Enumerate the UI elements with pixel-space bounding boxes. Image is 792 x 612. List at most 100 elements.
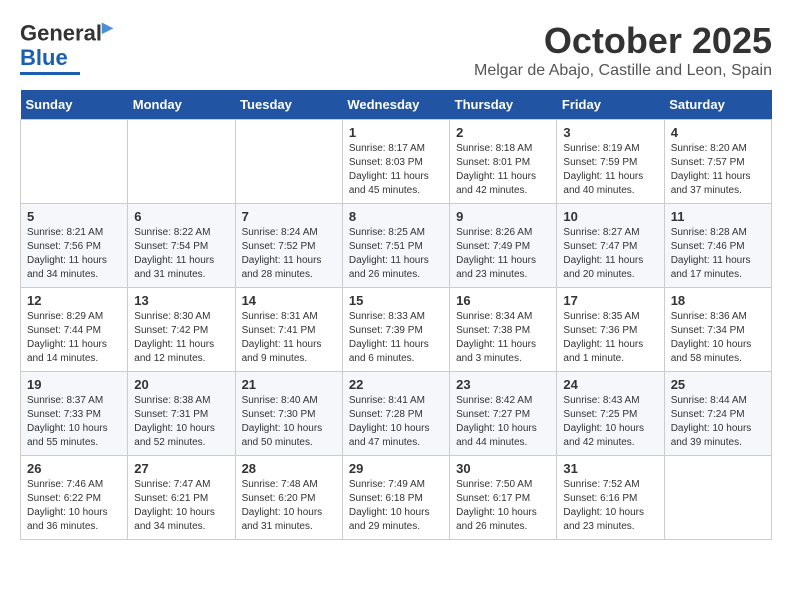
cell-info: Sunrise: 7:49 AMSunset: 6:18 PMDaylight:… — [349, 478, 443, 534]
day-number: 16 — [456, 293, 550, 308]
weekday-header: Friday — [557, 90, 664, 120]
title-section: October 2025 Melgar de Abajo, Castille a… — [474, 20, 772, 80]
day-number: 24 — [563, 377, 657, 392]
calendar-cell: 24 Sunrise: 8:43 AMSunset: 7:25 PMDaylig… — [557, 372, 664, 456]
cell-info: Sunrise: 8:27 AMSunset: 7:47 PMDaylight:… — [563, 226, 657, 282]
calendar-cell: 18 Sunrise: 8:36 AMSunset: 7:34 PMDaylig… — [664, 288, 771, 372]
calendar-cell: 17 Sunrise: 8:35 AMSunset: 7:36 PMDaylig… — [557, 288, 664, 372]
day-number: 28 — [242, 461, 336, 476]
weekday-header: Monday — [128, 90, 235, 120]
cell-info: Sunrise: 8:33 AMSunset: 7:39 PMDaylight:… — [349, 310, 443, 366]
calendar-cell: 12 Sunrise: 8:29 AMSunset: 7:44 PMDaylig… — [21, 288, 128, 372]
logo: General▶ Blue — [20, 20, 113, 75]
cell-info: Sunrise: 7:46 AMSunset: 6:22 PMDaylight:… — [27, 478, 121, 534]
cell-info: Sunrise: 8:31 AMSunset: 7:41 PMDaylight:… — [242, 310, 336, 366]
cell-info: Sunrise: 8:29 AMSunset: 7:44 PMDaylight:… — [27, 310, 121, 366]
day-number: 29 — [349, 461, 443, 476]
cell-info: Sunrise: 8:44 AMSunset: 7:24 PMDaylight:… — [671, 394, 765, 450]
cell-info: Sunrise: 8:17 AMSunset: 8:03 PMDaylight:… — [349, 142, 443, 198]
weekday-header: Wednesday — [342, 90, 449, 120]
day-number: 1 — [349, 125, 443, 140]
day-number: 27 — [134, 461, 228, 476]
weekday-header: Saturday — [664, 90, 771, 120]
day-number: 6 — [134, 209, 228, 224]
calendar-cell — [128, 120, 235, 204]
cell-info: Sunrise: 8:26 AMSunset: 7:49 PMDaylight:… — [456, 226, 550, 282]
cell-info: Sunrise: 8:22 AMSunset: 7:54 PMDaylight:… — [134, 226, 228, 282]
day-number: 30 — [456, 461, 550, 476]
calendar-cell: 20 Sunrise: 8:38 AMSunset: 7:31 PMDaylig… — [128, 372, 235, 456]
day-number: 26 — [27, 461, 121, 476]
calendar-cell: 3 Sunrise: 8:19 AMSunset: 7:59 PMDayligh… — [557, 120, 664, 204]
day-number: 18 — [671, 293, 765, 308]
calendar-cell: 23 Sunrise: 8:42 AMSunset: 7:27 PMDaylig… — [450, 372, 557, 456]
calendar-week-row: 19 Sunrise: 8:37 AMSunset: 7:33 PMDaylig… — [21, 372, 772, 456]
calendar-cell: 16 Sunrise: 8:34 AMSunset: 7:38 PMDaylig… — [450, 288, 557, 372]
day-number: 12 — [27, 293, 121, 308]
cell-info: Sunrise: 8:38 AMSunset: 7:31 PMDaylight:… — [134, 394, 228, 450]
calendar-cell: 4 Sunrise: 8:20 AMSunset: 7:57 PMDayligh… — [664, 120, 771, 204]
calendar-cell: 26 Sunrise: 7:46 AMSunset: 6:22 PMDaylig… — [21, 456, 128, 540]
calendar-cell: 31 Sunrise: 7:52 AMSunset: 6:16 PMDaylig… — [557, 456, 664, 540]
day-number: 23 — [456, 377, 550, 392]
day-number: 9 — [456, 209, 550, 224]
day-number: 22 — [349, 377, 443, 392]
page-header: General▶ Blue October 2025 Melgar de Aba… — [20, 20, 772, 80]
cell-info: Sunrise: 8:25 AMSunset: 7:51 PMDaylight:… — [349, 226, 443, 282]
weekday-header: Tuesday — [235, 90, 342, 120]
day-number: 21 — [242, 377, 336, 392]
day-number: 7 — [242, 209, 336, 224]
calendar-cell: 30 Sunrise: 7:50 AMSunset: 6:17 PMDaylig… — [450, 456, 557, 540]
logo-underline — [20, 72, 80, 75]
calendar-cell: 2 Sunrise: 8:18 AMSunset: 8:01 PMDayligh… — [450, 120, 557, 204]
cell-info: Sunrise: 8:37 AMSunset: 7:33 PMDaylight:… — [27, 394, 121, 450]
calendar-week-row: 12 Sunrise: 8:29 AMSunset: 7:44 PMDaylig… — [21, 288, 772, 372]
calendar-cell: 29 Sunrise: 7:49 AMSunset: 6:18 PMDaylig… — [342, 456, 449, 540]
day-number: 10 — [563, 209, 657, 224]
calendar-cell: 13 Sunrise: 8:30 AMSunset: 7:42 PMDaylig… — [128, 288, 235, 372]
calendar-cell: 8 Sunrise: 8:25 AMSunset: 7:51 PMDayligh… — [342, 204, 449, 288]
cell-info: Sunrise: 8:42 AMSunset: 7:27 PMDaylight:… — [456, 394, 550, 450]
calendar-cell: 22 Sunrise: 8:41 AMSunset: 7:28 PMDaylig… — [342, 372, 449, 456]
calendar-cell: 9 Sunrise: 8:26 AMSunset: 7:49 PMDayligh… — [450, 204, 557, 288]
cell-info: Sunrise: 8:36 AMSunset: 7:34 PMDaylight:… — [671, 310, 765, 366]
logo-text-blue: Blue — [20, 46, 68, 70]
calendar-cell — [664, 456, 771, 540]
cell-info: Sunrise: 8:30 AMSunset: 7:42 PMDaylight:… — [134, 310, 228, 366]
cell-info: Sunrise: 8:41 AMSunset: 7:28 PMDaylight:… — [349, 394, 443, 450]
day-number: 15 — [349, 293, 443, 308]
weekday-header: Sunday — [21, 90, 128, 120]
day-number: 14 — [242, 293, 336, 308]
day-number: 31 — [563, 461, 657, 476]
day-number: 4 — [671, 125, 765, 140]
calendar-cell: 14 Sunrise: 8:31 AMSunset: 7:41 PMDaylig… — [235, 288, 342, 372]
cell-info: Sunrise: 8:34 AMSunset: 7:38 PMDaylight:… — [456, 310, 550, 366]
day-number: 17 — [563, 293, 657, 308]
calendar-cell: 1 Sunrise: 8:17 AMSunset: 8:03 PMDayligh… — [342, 120, 449, 204]
day-number: 8 — [349, 209, 443, 224]
calendar-cell: 11 Sunrise: 8:28 AMSunset: 7:46 PMDaylig… — [664, 204, 771, 288]
calendar-cell: 28 Sunrise: 7:48 AMSunset: 6:20 PMDaylig… — [235, 456, 342, 540]
calendar-table: SundayMondayTuesdayWednesdayThursdayFrid… — [20, 90, 772, 540]
weekday-header-row: SundayMondayTuesdayWednesdayThursdayFrid… — [21, 90, 772, 120]
cell-info: Sunrise: 8:35 AMSunset: 7:36 PMDaylight:… — [563, 310, 657, 366]
day-number: 11 — [671, 209, 765, 224]
cell-info: Sunrise: 7:47 AMSunset: 6:21 PMDaylight:… — [134, 478, 228, 534]
day-number: 2 — [456, 125, 550, 140]
cell-info: Sunrise: 8:28 AMSunset: 7:46 PMDaylight:… — [671, 226, 765, 282]
calendar-week-row: 5 Sunrise: 8:21 AMSunset: 7:56 PMDayligh… — [21, 204, 772, 288]
cell-info: Sunrise: 8:21 AMSunset: 7:56 PMDaylight:… — [27, 226, 121, 282]
calendar-cell: 25 Sunrise: 8:44 AMSunset: 7:24 PMDaylig… — [664, 372, 771, 456]
calendar-cell — [235, 120, 342, 204]
day-number: 20 — [134, 377, 228, 392]
logo-text-general: General — [20, 20, 102, 45]
cell-info: Sunrise: 8:18 AMSunset: 8:01 PMDaylight:… — [456, 142, 550, 198]
day-number: 19 — [27, 377, 121, 392]
location-text: Melgar de Abajo, Castille and Leon, Spai… — [474, 62, 772, 80]
cell-info: Sunrise: 8:24 AMSunset: 7:52 PMDaylight:… — [242, 226, 336, 282]
day-number: 13 — [134, 293, 228, 308]
calendar-cell: 27 Sunrise: 7:47 AMSunset: 6:21 PMDaylig… — [128, 456, 235, 540]
calendar-cell: 21 Sunrise: 8:40 AMSunset: 7:30 PMDaylig… — [235, 372, 342, 456]
calendar-cell: 7 Sunrise: 8:24 AMSunset: 7:52 PMDayligh… — [235, 204, 342, 288]
calendar-cell — [21, 120, 128, 204]
